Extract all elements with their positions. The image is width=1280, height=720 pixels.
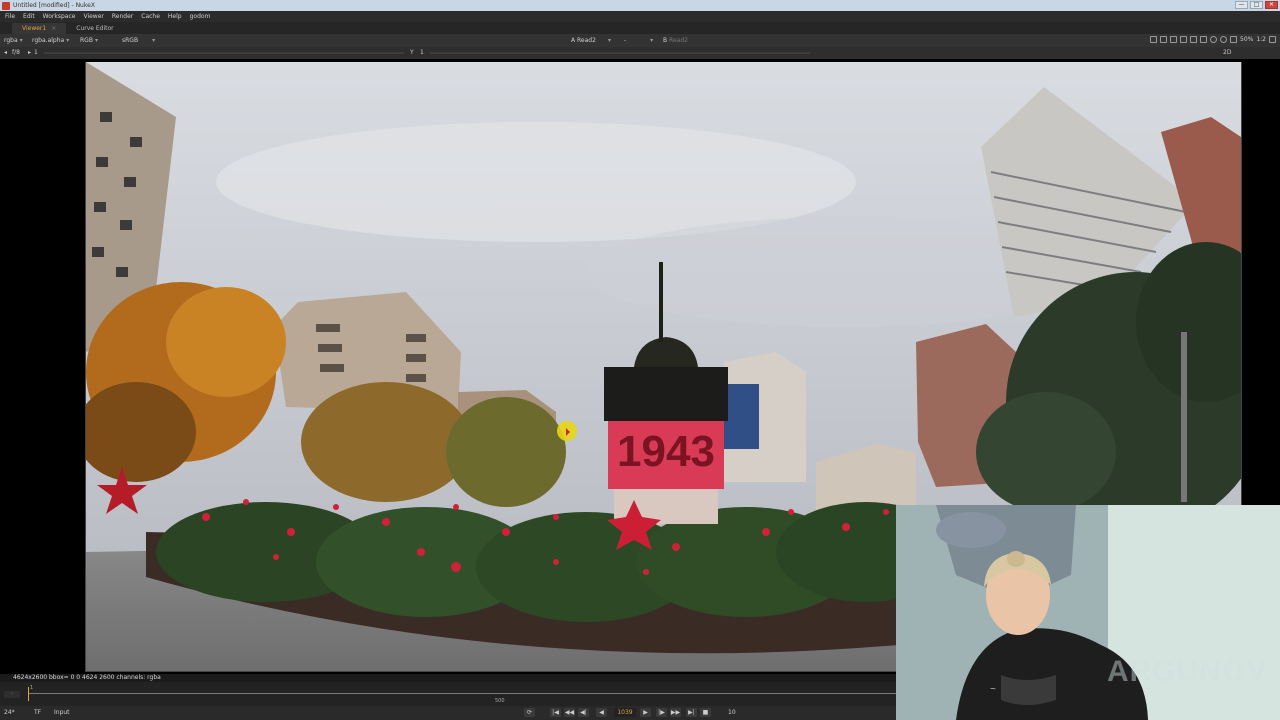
prev-frame-button[interactable]: ◀| (578, 708, 589, 717)
gain-arrow-icon[interactable]: ▸ (28, 49, 31, 56)
gamma-slider[interactable] (430, 52, 810, 54)
compare-mode-value: - (624, 37, 627, 44)
input-b-dropdown[interactable]: B Read2 (663, 37, 688, 44)
chevron-down-icon: ▾ (19, 37, 23, 44)
maximize-button[interactable]: □ (1250, 1, 1263, 9)
menu-viewer[interactable]: Viewer (83, 13, 103, 20)
gamma-label: Y (410, 49, 414, 56)
prev-key-button[interactable]: ◀◀ (564, 708, 575, 717)
frame-increment[interactable]: 10 (728, 709, 736, 716)
colorspace-dropdown[interactable]: sRGB ▾ (122, 37, 155, 44)
shirt-print: ~ (990, 684, 996, 695)
menu-render[interactable]: Render (112, 13, 133, 20)
alpha-channel-value: rgba.alpha (32, 37, 65, 44)
play-backward-button[interactable]: ◀ (596, 708, 607, 717)
menu-godom[interactable]: godom (190, 13, 211, 20)
channel-watermark: ARGUNOV (1107, 655, 1268, 688)
timeline-start-label: 1 (30, 685, 34, 691)
input-b-label: B (663, 37, 668, 44)
chevron-down-icon: ▾ (650, 37, 654, 44)
timeline[interactable]: ◦ 1 500 (0, 682, 896, 706)
current-frame-field[interactable]: 1039 (614, 708, 636, 717)
zoom-level[interactable]: 50% (1240, 36, 1253, 43)
menu-bar: File Edit Workspace Viewer Render Cache … (0, 11, 1280, 22)
input-a-label: A (571, 37, 576, 44)
clip-warning-icon[interactable] (1190, 36, 1197, 43)
chevron-down-icon: ▾ (607, 37, 611, 44)
channels-dropdown[interactable]: rgba ▾ (4, 37, 23, 44)
first-frame-button[interactable]: |◀ (550, 708, 561, 717)
display-dropdown[interactable]: RGB ▾ (80, 37, 98, 44)
proxy-level[interactable]: 1:2 (1256, 36, 1266, 43)
menu-help[interactable]: Help (168, 13, 182, 20)
window-controls: — □ ✕ (1235, 1, 1278, 9)
chevron-down-icon: ▾ (152, 37, 156, 44)
viewer-toolbar: rgba ▾ rgba.alpha ▾ RGB ▾ sRGB ▾ A Read2 ▾ - ▾… (0, 34, 1280, 47)
colorspace-value: sRGB (122, 37, 139, 44)
input-b-value: Read2 (669, 37, 688, 44)
window-title: Untitled [modified] - NukeX (13, 2, 95, 9)
panel-tabbar: Viewer1 × Curve Editor (0, 22, 1280, 34)
input-a-value: Read2 (577, 37, 596, 44)
tab-viewer1[interactable]: Viewer1 × (12, 23, 67, 34)
pause-icon[interactable] (1230, 36, 1237, 43)
loop-icon[interactable]: ⟳ (524, 708, 535, 717)
playhead[interactable] (28, 687, 29, 701)
next-key-button[interactable]: ▶▶ (670, 708, 681, 717)
gain-slider[interactable] (44, 52, 404, 54)
float-panel-icon[interactable] (1269, 36, 1276, 43)
fps-dropdown[interactable]: 24* (4, 709, 15, 716)
close-icon[interactable]: × (51, 25, 56, 32)
mask-icon[interactable] (1180, 36, 1187, 43)
monument-year: 1943 (617, 427, 715, 476)
roi-icon[interactable] (1150, 36, 1157, 43)
chevron-down-icon: ▾ (94, 37, 98, 44)
channels-value: rgba (4, 37, 18, 44)
street-lamp (1181, 332, 1187, 502)
chevron-down-icon: ▾ (66, 37, 70, 44)
tab-curve-editor[interactable]: Curve Editor (66, 23, 123, 34)
timeline-mid-label: 500 (495, 698, 505, 704)
viewer-exposure-bar: ◂ f/8 ▸ 1 Y 1 2D (0, 47, 1280, 59)
input-a-dropdown[interactable]: A Read2 ▾ (571, 37, 611, 44)
gamma-value[interactable]: 1 (420, 49, 424, 56)
glass-facade (724, 384, 759, 449)
in-point-field[interactable]: ◦ (4, 691, 20, 698)
timeline-ruler[interactable] (28, 693, 896, 694)
close-button[interactable]: ✕ (1265, 1, 1278, 9)
tf-dropdown[interactable]: TF (34, 709, 41, 716)
minimize-button[interactable]: — (1235, 1, 1248, 9)
fstop-value[interactable]: f/8 (12, 49, 20, 56)
lut-icon[interactable] (1200, 36, 1207, 43)
stop-button[interactable]: ■ (700, 708, 711, 717)
menu-cache[interactable]: Cache (141, 13, 160, 20)
menu-workspace[interactable]: Workspace (43, 13, 76, 20)
alpha-channel-dropdown[interactable]: rgba.alpha ▾ (32, 37, 69, 44)
grid-icon[interactable] (1170, 36, 1177, 43)
gain-value[interactable]: 1 (34, 49, 38, 56)
last-frame-button[interactable]: ▶| (686, 708, 697, 717)
nuke-app-icon (2, 1, 10, 10)
play-forward-button[interactable]: ▶ (640, 708, 651, 717)
menu-file[interactable]: File (5, 13, 15, 20)
pause-update-icon[interactable] (1210, 36, 1217, 43)
tab-curve-editor-label: Curve Editor (76, 25, 114, 32)
display-value: RGB (80, 37, 93, 44)
view-mode-dropdown[interactable]: 2D (1223, 49, 1231, 56)
fstop-arrow-icon[interactable]: ◂ (4, 49, 7, 56)
refresh-icon[interactable] (1220, 36, 1227, 43)
playback-bar: 24* TF Input ⟳ |◀ ◀◀ ◀| ◀ 1039 ▶ |▶ ▶▶ ▶… (0, 706, 896, 720)
menu-edit[interactable]: Edit (23, 13, 35, 20)
next-frame-button[interactable]: |▶ (656, 708, 667, 717)
viewer-icon-strip: 50% 1:2 (1150, 36, 1276, 43)
compare-mode-dropdown[interactable]: - ▾ (624, 37, 653, 44)
tab-viewer1-label: Viewer1 (22, 25, 47, 32)
input-mode-dropdown[interactable]: Input (54, 709, 70, 716)
window-titlebar: Untitled [modified] - NukeX — □ ✕ (0, 0, 1280, 11)
overlay-icon[interactable] (1160, 36, 1167, 43)
